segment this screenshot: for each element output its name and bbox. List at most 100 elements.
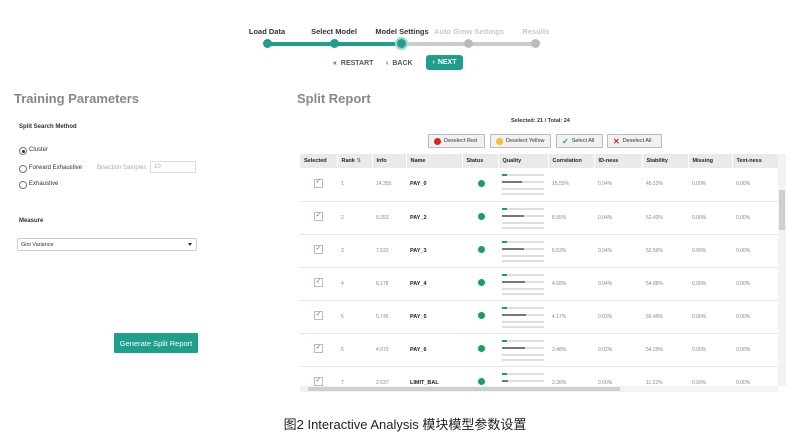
col-header-correlation[interactable]: Correlation [548,154,595,168]
checkbox-checked[interactable] [314,177,323,188]
cell-selected[interactable] [300,366,337,386]
measure-select[interactable]: Gini Variance [17,238,197,251]
cell-idness: 0.04% [598,214,613,221]
table-row[interactable]: 6 4.970 PAY_6 3.48% 0.02% 54.29% 0.00% 0… [300,333,778,366]
table-row[interactable]: 2 9.253 PAY_2 8.95% 0.04% 52.43% 0.00% 0… [300,201,778,234]
cell-selected[interactable] [300,168,337,201]
cell-correlation: 6.53% [552,247,567,254]
checkbox-checked[interactable] [314,376,323,386]
cell-quality [498,300,548,333]
deselect-red-label: Deselect Red [444,138,478,144]
radio-forward-exhaustive[interactable] [19,165,27,173]
restart-button[interactable]: « RESTART [333,56,373,70]
cell-stability: 54.29% [646,346,663,353]
quality-track [502,226,544,229]
quality-green-mark [502,240,507,243]
checkbox-checked[interactable] [314,277,323,287]
step-dot-model-settings[interactable] [397,39,406,48]
quality-green-mark [502,306,507,309]
col-header-status[interactable]: Status [462,154,499,168]
measure-select-value: Gini Variance [21,241,54,248]
cell-rank: 4 [341,280,344,287]
split-report-table: Selected Rank ⇅ Info Name Status Quality… [300,154,778,386]
checkbox-checked[interactable] [314,310,323,320]
cell-quality [498,333,548,366]
status-green-icon [478,213,485,220]
table-row[interactable]: 1 14.355 PAY_0 15.55% 0.04% 45.12% 0.00%… [300,168,778,201]
quality-track [502,287,544,290]
radio-cluster[interactable] [19,147,27,155]
checkbox-checked[interactable] [314,244,323,254]
back-button[interactable]: ‹ BACK [386,56,413,70]
bisection-samples-input[interactable]: 10 [150,161,196,173]
cell-idness: 0.04% [598,247,613,254]
cell-idness: 0.02% [598,346,613,353]
quality-track [502,193,544,196]
cell-correlation: 3.48% [552,346,567,353]
step-dot-load-data[interactable] [263,39,272,48]
cell-selected[interactable] [300,234,337,267]
col-header-rank[interactable]: Rank ⇅ [337,154,373,168]
cell-stability: 52.43% [646,214,663,221]
checkbox-checked[interactable] [314,211,323,221]
step-label-model-settings[interactable]: Model Settings [375,27,428,36]
quality-sparkline [502,306,544,328]
generate-split-report-button[interactable]: Generate Split Report [114,333,198,353]
cell-missing: 0.00% [692,313,707,320]
table-row[interactable]: 3 7.533 PAY_3 6.53% 0.04% 52.59% 0.00% 0… [300,234,778,267]
quality-bar [502,346,525,349]
radio-cluster-label[interactable]: Cluster [29,147,48,153]
col-header-idness[interactable]: ID-ness [594,154,643,168]
col-header-textness[interactable]: Text-ness [732,154,778,168]
step-label-select-model[interactable]: Select Model [311,27,357,36]
col-header-selected[interactable]: Selected [300,154,338,168]
col-header-missing[interactable]: Missing [688,154,733,168]
cell-stability: 56.49% [646,313,663,320]
col-header-quality[interactable]: Quality [498,154,549,168]
next-button[interactable]: › NEXT [426,55,463,70]
cell-selected[interactable] [300,300,337,333]
cell-quality [498,201,548,234]
radio-exhaustive-label[interactable]: Exhaustive [29,181,58,187]
col-header-stability[interactable]: Stability [642,154,689,168]
quality-track [502,273,544,276]
quality-track [502,358,544,361]
cell-rank: 2 [341,214,344,221]
vertical-scrollbar[interactable] [778,154,786,386]
checkbox-checked[interactable] [314,343,323,353]
selection-summary: Selected: 21 / Total: 24 [511,118,570,124]
chevron-right-icon: › [432,59,435,66]
cell-selected[interactable] [300,201,337,234]
table-row[interactable]: 4 6.178 PAY_4 4.68% 0.04% 54.88% 0.00% 0… [300,267,778,300]
cell-stability: 45.12% [646,181,663,188]
cell-textness: 0.00% [736,214,751,221]
deselect-yellow-label: Deselect Yellow [506,138,545,144]
table-row[interactable]: 5 5.745 PAY_5 4.17% 0.03% 56.49% 0.00% 0… [300,300,778,333]
step-label-load-data[interactable]: Load Data [249,27,285,36]
cell-info: 6.178 [376,280,389,287]
cell-textness: 0.00% [736,313,751,320]
step-dot-select-model[interactable] [330,39,339,48]
cell-correlation: 15.55% [552,181,569,188]
cell-selected[interactable] [300,267,337,300]
deselect-all-button[interactable]: ✕ Deselect All [607,134,662,148]
cell-selected[interactable] [300,333,337,366]
cell-rank: 6 [341,346,344,353]
col-header-name[interactable]: Name [406,154,463,168]
col-header-info[interactable]: Info [372,154,407,168]
table-row[interactable]: 7 2.637 LIMIT_BAL 2.36% 0.00% 11.22% 0.0… [300,366,778,386]
horizontal-scrollbar-thumb[interactable] [308,387,620,391]
quality-sparkline [502,372,544,387]
radio-forward-exhaustive-label[interactable]: Forward Exhaustive [29,165,82,171]
quality-track [502,379,544,382]
vertical-scrollbar-thumb[interactable] [779,190,785,230]
cell-textness: 0.00% [736,280,751,287]
select-all-button[interactable]: ✓ Select All [556,134,603,148]
deselect-yellow-button[interactable]: Deselect Yellow [490,134,551,148]
quality-track [502,207,544,210]
deselect-red-button[interactable]: Deselect Red [428,134,485,148]
quality-green-mark [502,339,507,342]
cell-idness: 0.04% [598,181,613,188]
radio-exhaustive[interactable] [19,181,27,189]
quality-track [502,254,544,257]
